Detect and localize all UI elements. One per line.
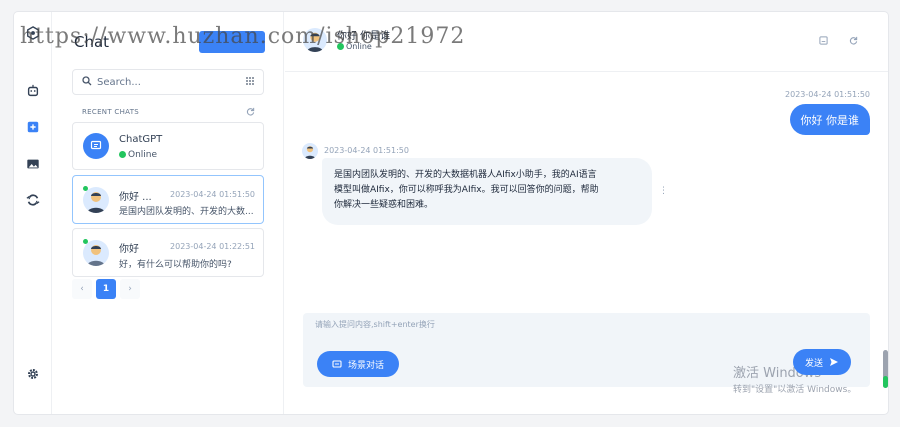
message-more-icon[interactable]: ⋮	[659, 186, 668, 196]
search-icon	[82, 76, 92, 86]
chat-status-text: Online	[128, 150, 158, 160]
grid-menu-icon[interactable]	[245, 76, 255, 86]
chat-name: 你好 ...	[119, 192, 152, 203]
send-label: 发送	[804, 358, 823, 369]
search-input[interactable]	[97, 74, 237, 90]
chat-time: 2023-04-24 01:22:51	[170, 242, 255, 251]
icon-rail	[14, 12, 52, 414]
online-dot	[83, 186, 88, 191]
scrollbar-thumb[interactable]	[883, 376, 888, 388]
send-button[interactable]: 发送	[793, 349, 851, 375]
chat-preview: 是国内团队发明的、开发的大数...	[119, 207, 254, 217]
robot-icon[interactable]	[24, 82, 42, 100]
settings-gear-icon[interactable]	[24, 365, 42, 383]
bot-message-line: 模型叫做AIfix，你可以称呼我为AIfix。我可以回答你的问题，帮助	[334, 185, 599, 195]
chatgpt-avatar	[83, 133, 109, 159]
chat-sidebar: Chat RECENT CHATS ChatGPT Online 你好 ... …	[52, 12, 284, 414]
sync-icon[interactable]	[24, 191, 42, 209]
prev-page-button[interactable]: ‹	[72, 279, 92, 299]
chat-app-window: Chat RECENT CHATS ChatGPT Online 你好 ... …	[14, 12, 888, 414]
save-chat-icon[interactable]	[819, 36, 828, 45]
chat-list-item[interactable]: 你好 2023-04-24 01:22:51 好，有什么可以帮助你的吗?	[72, 228, 264, 277]
chat-bubble-icon	[90, 140, 102, 150]
chat-time: 2023-04-24 01:51:50	[170, 190, 255, 199]
gallery-icon[interactable]	[24, 155, 42, 173]
chat-list-item[interactable]: ChatGPT Online	[72, 122, 264, 170]
user-message-bubble: 你好 你是谁	[789, 104, 870, 135]
activation-subtitle: 转到"设置"以激活 Windows。	[733, 385, 857, 395]
scene-dialog-label: 场景对话	[347, 360, 384, 371]
question-input[interactable]	[315, 319, 855, 339]
next-page-button[interactable]: ›	[120, 279, 140, 299]
bot-message-time: 2023-04-24 01:51:50	[324, 146, 409, 155]
chat-preview: 好，有什么可以帮助你的吗?	[119, 260, 232, 270]
scene-icon	[332, 360, 342, 368]
scene-dialog-button[interactable]: 场景对话	[317, 351, 399, 377]
user-avatar	[83, 187, 109, 213]
user-message-time: 2023-04-24 01:51:50	[785, 90, 870, 99]
refresh-chat-icon[interactable]	[849, 36, 858, 45]
search-box	[72, 69, 264, 95]
page-1-button[interactable]: 1	[96, 279, 116, 299]
recent-chats-label: RECENT CHATS	[82, 108, 140, 116]
bot-avatar	[302, 143, 318, 159]
online-dot	[83, 239, 88, 244]
bot-message-line: 你解决一些疑惑和困难。	[334, 200, 434, 210]
online-dot	[119, 151, 126, 158]
chat-name: ChatGPT	[119, 134, 163, 145]
chat-name: 你好	[119, 244, 139, 255]
send-arrow-icon	[830, 358, 838, 366]
chat-list-item-active[interactable]: 你好 ... 2023-04-24 01:51:50 是国内团队发明的、开发的大…	[72, 175, 264, 224]
bot-message-bubble: 是国内团队发明的、开发的大数据机器人AIfix小助手，我的AI语言 模型叫做AI…	[322, 158, 652, 225]
new-chat-icon[interactable]	[24, 118, 42, 136]
watermark-text: https://www.huzhan.com/ishop21972	[20, 24, 466, 49]
refresh-icon[interactable]	[246, 107, 255, 116]
chat-main-panel: 你好 你是谁 Online 2023-04-24 01:51:50 你好 你是谁…	[285, 12, 888, 414]
chat-status: Online	[119, 150, 157, 160]
user-avatar	[83, 240, 109, 266]
bot-message-line: 是国内团队发明的、开发的大数据机器人AIfix小助手，我的AI语言	[334, 170, 597, 180]
pagination: ‹ 1 ›	[72, 279, 140, 299]
